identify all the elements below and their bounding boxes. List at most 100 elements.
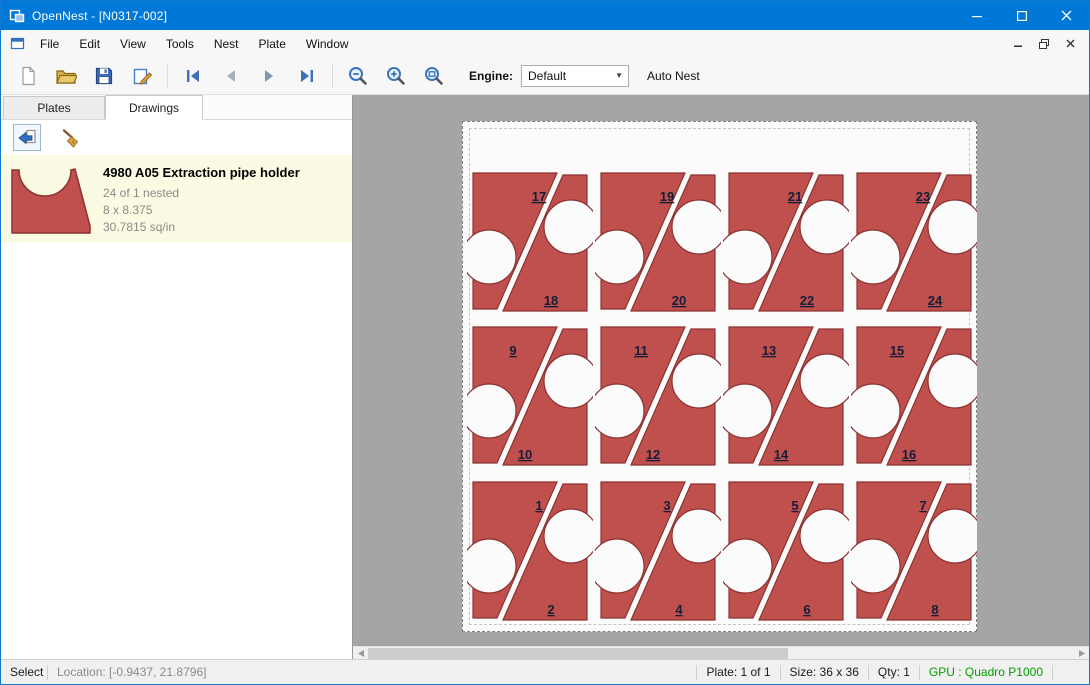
nav-last-icon <box>298 67 316 85</box>
horizontal-scroll-thumb[interactable] <box>368 648 788 659</box>
open-button[interactable] <box>47 60 85 92</box>
part-number-20: 20 <box>672 293 686 308</box>
scroll-right-arrow-icon[interactable] <box>1074 647 1089 659</box>
part-number-17: 17 <box>532 189 546 204</box>
drawing-item-area: 30.7815 sq/in <box>103 219 300 236</box>
menu-edit[interactable]: Edit <box>69 30 110 57</box>
part-pair-15-16[interactable]: 1516 <box>851 323 977 469</box>
part-number-7: 7 <box>919 498 926 513</box>
menu-file[interactable]: File <box>30 30 69 57</box>
part-number-13: 13 <box>762 343 776 358</box>
part-number-3: 3 <box>663 498 670 513</box>
menu-tools[interactable]: Tools <box>156 30 204 57</box>
nav-last-button[interactable] <box>288 60 326 92</box>
main-content: Plates Drawings <box>1 95 1089 659</box>
menu-view[interactable]: View <box>110 30 156 57</box>
tab-drawings[interactable]: Drawings <box>105 95 203 120</box>
mdi-window-controls <box>1007 34 1089 54</box>
status-qty: Qty: 1 <box>869 665 919 679</box>
engine-select[interactable]: Default ▼ <box>521 65 629 87</box>
zoom-extents-button[interactable] <box>415 60 453 92</box>
menu-window[interactable]: Window <box>296 30 359 57</box>
save-edit-icon <box>132 66 153 86</box>
window-title: OpenNest - [N0317-002] <box>32 9 167 23</box>
auto-nest-button[interactable]: Auto Nest <box>647 69 700 83</box>
save-button[interactable] <box>85 60 123 92</box>
part-pair-5-6[interactable]: 56 <box>723 478 849 624</box>
broom-icon <box>61 128 81 148</box>
status-gpu: GPU : Quadro P1000 <box>920 665 1052 679</box>
nav-next-icon <box>260 67 278 85</box>
nav-next-button[interactable] <box>250 60 288 92</box>
clean-button[interactable] <box>57 124 85 151</box>
minimize-button[interactable] <box>954 1 999 30</box>
import-drawing-button[interactable] <box>13 124 41 151</box>
new-file-button[interactable] <box>9 60 47 92</box>
menu-plate[interactable]: Plate <box>249 30 296 57</box>
import-arrow-icon <box>17 129 37 147</box>
nav-first-button[interactable] <box>174 60 212 92</box>
tab-plates[interactable]: Plates <box>3 96 105 119</box>
part-number-12: 12 <box>646 447 660 462</box>
part-number-9: 9 <box>509 343 516 358</box>
nesting-canvas[interactable]: 171819202122232491011121314151612345678 <box>353 95 1089 659</box>
part-number-19: 19 <box>660 189 674 204</box>
nav-prev-icon <box>222 67 240 85</box>
save-edit-button[interactable] <box>123 60 161 92</box>
status-mode: Select <box>1 665 47 679</box>
drawings-panel-toolbar <box>1 120 352 155</box>
scroll-left-arrow-icon[interactable] <box>353 647 368 659</box>
nav-prev-button[interactable] <box>212 60 250 92</box>
drawing-list-item[interactable]: 4980 A05 Extraction pipe holder 24 of 1 … <box>1 155 352 243</box>
maximize-button[interactable] <box>999 1 1044 30</box>
mdi-close-button[interactable] <box>1059 34 1081 54</box>
drawing-item-size: 8 x 8.375 <box>103 202 300 219</box>
sidebar: Plates Drawings <box>1 95 353 659</box>
app-window: OpenNest - [N0317-002] File Edit View To… <box>0 0 1090 685</box>
part-pair-9-10[interactable]: 9 10 <box>467 323 593 469</box>
part-pair-23-24[interactable]: 2324 <box>851 169 977 315</box>
sidebar-tabstrip: Plates Drawings <box>1 95 352 120</box>
part-pair-1-2[interactable]: 12 <box>467 478 593 624</box>
part-pair-3-4[interactable]: 34 <box>595 478 721 624</box>
new-file-icon <box>18 66 38 86</box>
part-pair-11-12[interactable]: 1112 <box>595 323 721 469</box>
part-number-14: 14 <box>774 447 789 462</box>
close-icon <box>1061 10 1072 21</box>
titlebar: OpenNest - [N0317-002] <box>1 1 1089 30</box>
chevron-down-icon[interactable]: ▼ <box>615 71 628 80</box>
part-pair-17-18[interactable]: 1718 <box>467 169 593 315</box>
part-number-5: 5 <box>791 498 798 513</box>
part-number-1: 1 <box>535 498 542 513</box>
open-folder-icon <box>55 66 77 86</box>
drawing-item-nested: 24 of 1 nested <box>103 185 300 202</box>
status-size: Size: 36 x 36 <box>781 665 868 679</box>
zoom-in-button[interactable] <box>377 60 415 92</box>
part-number-4: 4 <box>675 602 683 617</box>
plate[interactable]: 171819202122232491011121314151612345678 <box>462 121 977 632</box>
engine-selected-value: Default <box>528 69 566 83</box>
part-pair-7-8[interactable]: 78 <box>851 478 977 624</box>
part-number-21: 21 <box>788 189 802 204</box>
mdi-restore-icon <box>1039 39 1049 49</box>
main-toolbar: Engine: Default ▼ Auto Nest <box>1 57 1089 95</box>
mdi-restore-button[interactable] <box>1033 34 1055 54</box>
toolbar-separator <box>167 64 168 88</box>
mdi-minimize-button[interactable] <box>1007 34 1029 54</box>
zoom-out-button[interactable] <box>339 60 377 92</box>
part-pair-13-14[interactable]: 13 14 <box>723 323 849 469</box>
part-pair-21-22[interactable]: 21 22 <box>723 169 849 315</box>
part-pair-19-20[interactable]: 1920 <box>595 169 721 315</box>
mdi-minimize-icon <box>1014 39 1023 48</box>
engine-label: Engine: <box>469 69 513 83</box>
menu-nest[interactable]: Nest <box>204 30 249 57</box>
part-number-22: 22 <box>800 293 814 308</box>
part-number-6: 6 <box>803 602 810 617</box>
part-number-2: 2 <box>547 602 554 617</box>
horizontal-scrollbar[interactable] <box>353 646 1089 659</box>
maximize-icon <box>1017 11 1027 21</box>
close-button[interactable] <box>1044 1 1089 30</box>
app-icon <box>9 8 25 24</box>
drawing-item-text: 4980 A05 Extraction pipe holder 24 of 1 … <box>103 162 300 236</box>
part-number-10: 10 <box>518 447 532 462</box>
